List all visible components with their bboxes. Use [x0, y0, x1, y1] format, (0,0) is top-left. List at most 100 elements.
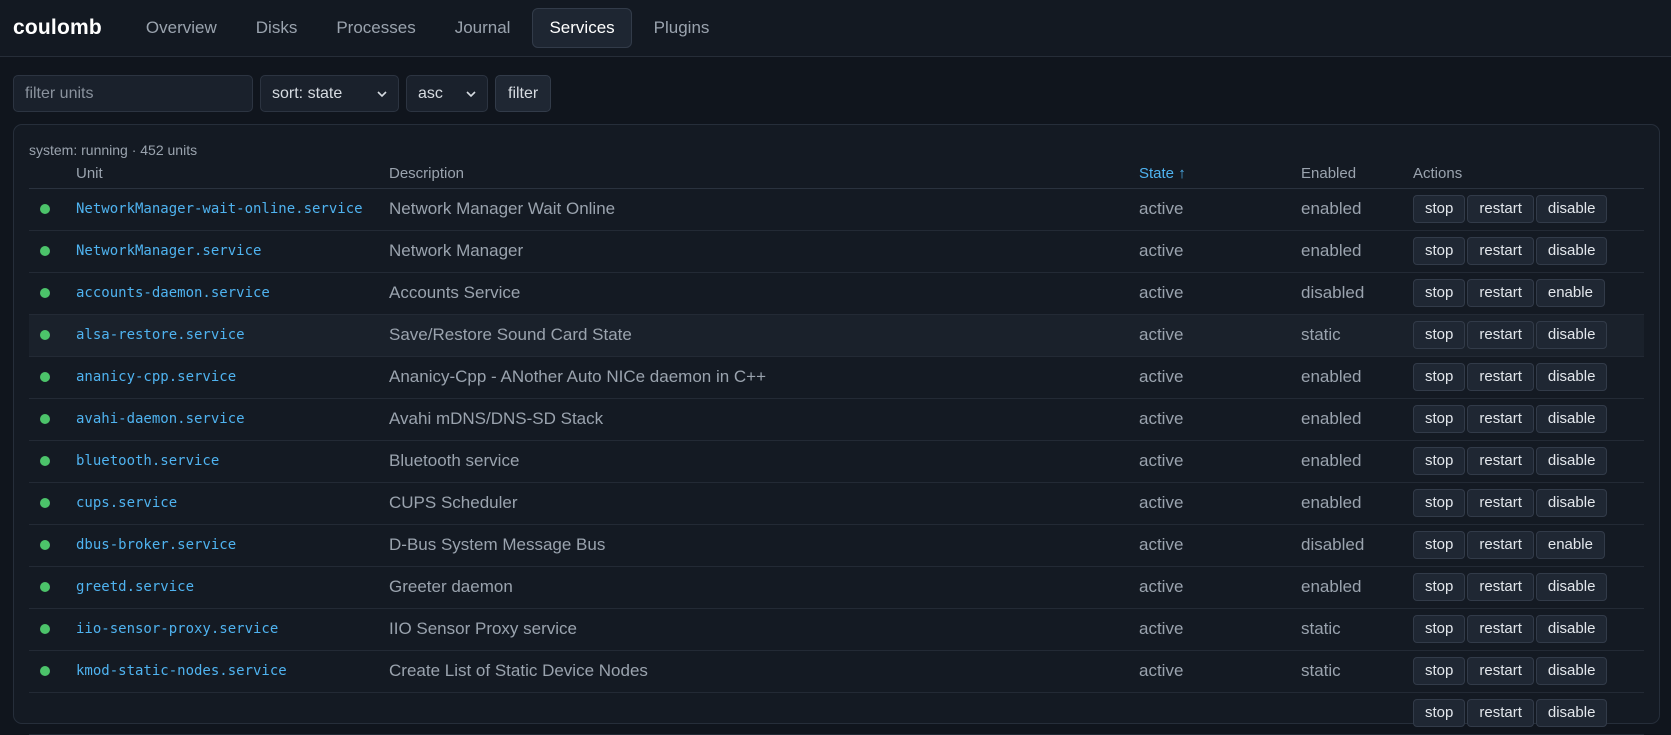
unit-column-header[interactable]: Unit	[76, 165, 389, 189]
sort-select-value: sort: state	[272, 84, 343, 102]
table-row[interactable]: stop restart disable	[29, 692, 1644, 735]
stop-button[interactable]: stop	[1413, 489, 1466, 517]
enable-button[interactable]: enable	[1535, 531, 1605, 559]
unit-enabled-status: enabled	[1301, 398, 1413, 441]
unit-state: active	[1139, 272, 1301, 315]
sort-select[interactable]: sort: state	[260, 75, 399, 112]
unit-name-link[interactable]: NetworkManager-wait-online.service	[76, 188, 389, 231]
disable-button[interactable]: disable	[1535, 195, 1608, 223]
unit-name-link[interactable]: alsa-restore.service	[76, 314, 389, 357]
restart-button[interactable]: restart	[1467, 237, 1534, 265]
stop-button[interactable]: stop	[1413, 573, 1466, 601]
tab-journal[interactable]: Journal	[438, 8, 528, 48]
unit-name-link[interactable]: NetworkManager.service	[76, 230, 389, 273]
status-dot	[40, 624, 50, 634]
unit-actions: stop restart disable	[1413, 566, 1644, 609]
enable-button[interactable]: enable	[1535, 279, 1605, 307]
table-row[interactable]: iio-sensor-proxy.service IIO Sensor Proxy…	[29, 608, 1644, 651]
stop-button[interactable]: stop	[1413, 321, 1466, 349]
table-row[interactable]: kmod-static-nodes.service Create List of …	[29, 650, 1644, 693]
restart-button[interactable]: restart	[1467, 657, 1534, 685]
tab-processes[interactable]: Processes	[319, 8, 432, 48]
unit-description: CUPS Scheduler	[389, 482, 1139, 525]
stop-button[interactable]: stop	[1413, 657, 1466, 685]
filter-units-input[interactable]	[13, 75, 253, 112]
disable-button[interactable]: disable	[1535, 405, 1608, 433]
status-dot	[40, 288, 50, 298]
unit-name-link[interactable]: bluetooth.service	[76, 440, 389, 483]
tab-services[interactable]: Services	[532, 8, 632, 48]
disable-button[interactable]: disable	[1535, 615, 1608, 643]
disable-button[interactable]: disable	[1535, 573, 1608, 601]
restart-button[interactable]: restart	[1467, 405, 1534, 433]
tab-overview[interactable]: Overview	[129, 8, 234, 48]
unit-name-link[interactable]: ananicy-cpp.service	[76, 356, 389, 399]
unit-state: active	[1139, 356, 1301, 399]
table-row[interactable]: NetworkManager.service Network Manager act…	[29, 230, 1644, 273]
status-cell	[29, 188, 76, 231]
table-row[interactable]: greetd.service Greeter daemon active enable…	[29, 566, 1644, 609]
unit-name-link[interactable]: accounts-daemon.service	[76, 272, 389, 315]
filter-button[interactable]: filter	[495, 75, 552, 112]
stop-button[interactable]: stop	[1413, 405, 1466, 433]
stop-button[interactable]: stop	[1413, 615, 1466, 643]
stop-button[interactable]: stop	[1413, 447, 1466, 475]
unit-enabled-status: enabled	[1301, 482, 1413, 525]
table-row[interactable]: cups.service CUPS Scheduler active enabled s…	[29, 482, 1644, 525]
unit-actions: stop restart disable	[1413, 230, 1644, 273]
stop-button[interactable]: stop	[1413, 195, 1466, 223]
unit-state: active	[1139, 608, 1301, 651]
unit-actions: stop restart disable	[1413, 356, 1644, 399]
restart-button[interactable]: restart	[1467, 279, 1534, 307]
unit-state: active	[1139, 482, 1301, 525]
disable-button[interactable]: disable	[1535, 363, 1608, 391]
restart-button[interactable]: restart	[1467, 195, 1534, 223]
table-row[interactable]: dbus-broker.service D-Bus System Message …	[29, 524, 1644, 567]
table-row[interactable]: alsa-restore.service Save/Restore Sound C…	[29, 314, 1644, 357]
description-column-header[interactable]: Description	[389, 165, 1139, 189]
stop-button[interactable]: stop	[1413, 531, 1466, 559]
status-dot	[40, 246, 50, 256]
unit-name-link[interactable]: kmod-static-nodes.service	[76, 650, 389, 693]
unit-name-link[interactable]: iio-sensor-proxy.service	[76, 608, 389, 651]
tab-plugins[interactable]: Plugins	[637, 8, 727, 48]
unit-description: Accounts Service	[389, 272, 1139, 315]
table-row[interactable]: NetworkManager-wait-online.service Networ…	[29, 188, 1644, 231]
restart-button[interactable]: restart	[1467, 321, 1534, 349]
restart-button[interactable]: restart	[1467, 573, 1534, 601]
stop-button[interactable]: stop	[1413, 699, 1466, 727]
chevron-down-icon	[377, 90, 387, 97]
disable-button[interactable]: disable	[1535, 237, 1608, 265]
unit-name-link[interactable]: avahi-daemon.service	[76, 398, 389, 441]
unit-description: IIO Sensor Proxy service	[389, 608, 1139, 651]
unit-state: active	[1139, 650, 1301, 693]
table-row[interactable]: ananicy-cpp.service Ananicy-Cpp - ANother…	[29, 356, 1644, 399]
tab-disks[interactable]: Disks	[239, 8, 315, 48]
state-column-header[interactable]: State ↑	[1139, 165, 1301, 189]
unit-description: Avahi mDNS/DNS-SD Stack	[389, 398, 1139, 441]
restart-button[interactable]: restart	[1467, 489, 1534, 517]
stop-button[interactable]: stop	[1413, 237, 1466, 265]
stop-button[interactable]: stop	[1413, 279, 1466, 307]
disable-button[interactable]: disable	[1535, 657, 1608, 685]
restart-button[interactable]: restart	[1467, 615, 1534, 643]
status-cell	[29, 230, 76, 273]
order-select[interactable]: asc	[406, 75, 488, 112]
restart-button[interactable]: restart	[1467, 531, 1534, 559]
restart-button[interactable]: restart	[1467, 447, 1534, 475]
disable-button[interactable]: disable	[1535, 489, 1608, 517]
table-row[interactable]: bluetooth.service Bluetooth service active…	[29, 440, 1644, 483]
unit-name-link[interactable]: cups.service	[76, 482, 389, 525]
table-row[interactable]: accounts-daemon.service Accounts Service a…	[29, 272, 1644, 315]
disable-button[interactable]: disable	[1535, 447, 1608, 475]
restart-button[interactable]: restart	[1467, 699, 1534, 727]
restart-button[interactable]: restart	[1467, 363, 1534, 391]
disable-button[interactable]: disable	[1535, 699, 1608, 727]
stop-button[interactable]: stop	[1413, 363, 1466, 391]
unit-name-link[interactable]	[76, 692, 389, 735]
disable-button[interactable]: disable	[1535, 321, 1608, 349]
unit-name-link[interactable]: dbus-broker.service	[76, 524, 389, 567]
table-row[interactable]: avahi-daemon.service Avahi mDNS/DNS-SD St…	[29, 398, 1644, 441]
enabled-column-header[interactable]: Enabled	[1301, 165, 1413, 189]
unit-name-link[interactable]: greetd.service	[76, 566, 389, 609]
